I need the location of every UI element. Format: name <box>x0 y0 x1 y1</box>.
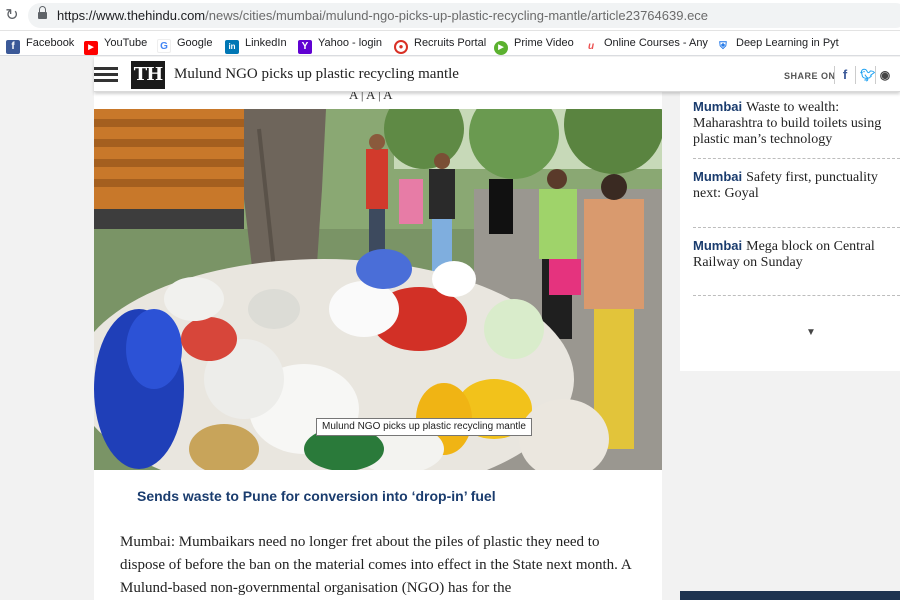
facebook-share-icon[interactable]: f <box>839 67 851 83</box>
bookmark-google[interactable]: G Google <box>157 35 213 53</box>
sticky-header: TH Mulund NGO picks up plastic recycling… <box>94 57 900 92</box>
facebook-icon: f <box>6 40 20 54</box>
lock-icon[interactable] <box>38 6 47 20</box>
twitter-share-icon[interactable]: 🐦︎ <box>860 67 875 83</box>
sidebar-item-waste-to-wealth[interactable]: Mumbai Waste to wealth: Maharashtra to bu… <box>693 99 900 147</box>
article-photo <box>94 109 662 470</box>
article-subtitle: Sends waste to Pune for conversion into … <box>137 488 496 504</box>
web-page: A | A | A Mulund NGO picks up plastic re… <box>0 57 900 600</box>
bookmark-linkedin[interactable]: in LinkedIn <box>225 35 287 54</box>
bookmarks-bar: f Facebook ▶ YouTube G Google in LinkedIn YY… <box>0 31 900 56</box>
yahoo-icon: Y <box>298 40 312 54</box>
udemy-icon: u <box>584 40 598 54</box>
bookmark-youtube[interactable]: ▶ YouTube <box>84 35 148 55</box>
sidebar-item-city: Mumbai <box>693 99 743 114</box>
recruits-icon: ● <box>394 40 408 54</box>
youtube-icon: ▶ <box>84 41 98 55</box>
chevron-down-icon[interactable]: ▼ <box>806 327 816 338</box>
article-body: Mumbai: Mumbaikars need no longer fret a… <box>120 534 631 596</box>
prime-video-icon: ▶ <box>494 41 508 55</box>
sidebar-bottom-strip <box>680 591 900 600</box>
bookmark-label: Online Courses - Any <box>604 37 708 49</box>
bookmark-label: Deep Learning in Pyt <box>736 37 839 49</box>
bookmark-facebook[interactable]: f Facebook <box>6 35 75 54</box>
bookmark-label: YouTube <box>104 37 148 49</box>
url-text[interactable]: https://www.thehindu.com/news/cities/mum… <box>57 8 708 23</box>
sidebar-item-mega-block[interactable]: Mumbai Mega block on Central Railway on S… <box>693 238 900 270</box>
bookmark-label: Yahoo - login <box>318 37 383 49</box>
linkedin-icon: in <box>225 40 239 54</box>
share-label: SHARE ON <box>784 71 836 81</box>
bookmark-yahoo[interactable]: Y Yahoo - login <box>298 35 383 54</box>
google-icon: G <box>157 39 171 53</box>
bookmark-label: LinkedIn <box>245 37 287 49</box>
header-article-title: Mulund NGO picks up plastic recycling ma… <box>174 66 459 82</box>
reddit-share-icon[interactable]: ◉ <box>879 67 891 83</box>
divider <box>834 66 835 84</box>
bookmark-label: Google <box>177 37 213 49</box>
url-field[interactable]: https://www.thehindu.com/news/cities/mum… <box>28 3 900 28</box>
bookmark-prime-video[interactable]: ▶ Prime Video <box>494 35 574 55</box>
bookmark-recruits-portal[interactable]: ● Recruits Portal <box>394 35 487 54</box>
bookmark-label: Facebook <box>26 37 75 49</box>
separator <box>693 158 900 159</box>
bookmark-label: Recruits Portal <box>414 37 487 49</box>
separator <box>693 295 900 296</box>
divider <box>875 66 876 84</box>
bookmark-online-courses[interactable]: u Online Courses - Any <box>584 35 708 54</box>
shield-icon: ⛨ <box>716 40 730 54</box>
bookmark-label: Prime Video <box>514 37 574 49</box>
related-news-sidebar: Mumbai Waste to wealth: Maharashtra to bu… <box>680 87 900 371</box>
divider <box>855 66 856 84</box>
sidebar-item-city: Mumbai <box>693 169 743 184</box>
the-hindu-logo[interactable]: TH <box>131 61 165 89</box>
sidebar-item-city: Mumbai <box>693 238 743 253</box>
sidebar-item-safety-first[interactable]: Mumbai Safety first, punctuality next: Go… <box>693 169 900 201</box>
separator <box>693 227 900 228</box>
address-bar-row: ↻ https://www.thehindu.com/news/cities/m… <box>0 0 900 31</box>
article-column: A | A | A Mulund NGO picks up plastic re… <box>94 57 662 600</box>
bookmark-deep-learning[interactable]: ⛨ Deep Learning in Pyt <box>716 35 839 54</box>
menu-icon[interactable] <box>94 67 118 83</box>
image-tooltip: Mulund NGO picks up plastic recycling ma… <box>316 418 532 436</box>
reload-icon[interactable]: ↻ <box>3 6 21 24</box>
